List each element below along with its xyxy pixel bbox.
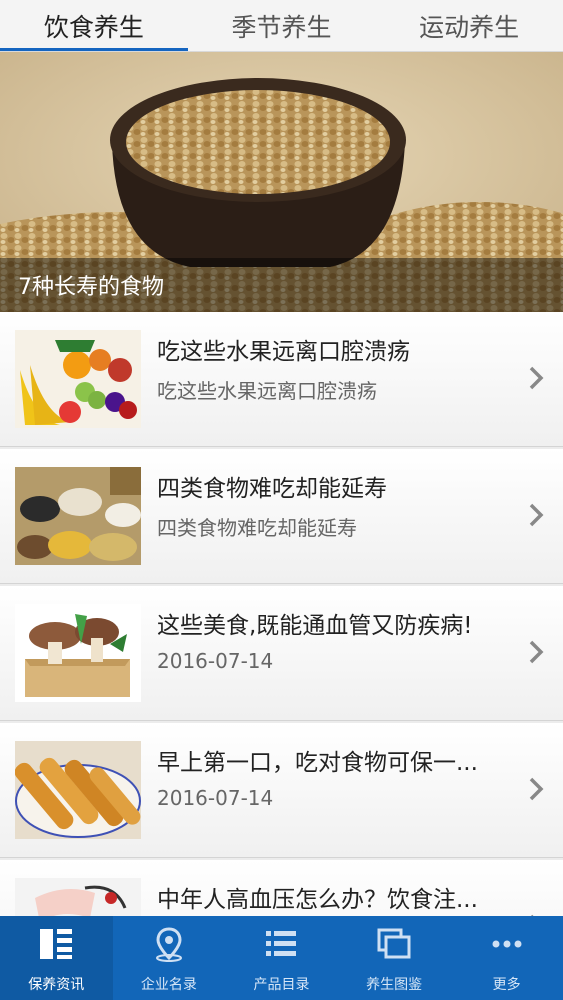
map-pin-icon <box>155 927 182 962</box>
hero-banner[interactable]: 7种长寿的食物 <box>0 52 563 312</box>
item-subtitle: 吃这些水果远离口腔溃疡 <box>157 379 377 403</box>
grains-thumbnail <box>15 467 141 565</box>
hero-caption: 7种长寿的食物 <box>0 258 563 312</box>
nav-label: 产品目录 <box>253 977 310 993</box>
nav-label: 企业名录 <box>140 977 197 993</box>
nav-products[interactable]: 产品目录 <box>225 916 338 1000</box>
nav-more[interactable]: 更多 <box>450 916 563 1000</box>
mushrooms-thumbnail <box>15 604 141 702</box>
item-title: 这些美食,既能通血管又防疾病! <box>157 613 473 639</box>
chevron-right-icon <box>529 777 544 801</box>
tab-season[interactable]: 季节养生 <box>188 0 376 51</box>
item-title: 四类食物难吃却能延寿 <box>157 476 387 502</box>
chevron-right-icon <box>529 640 544 664</box>
bottom-navigation: 保养资讯 企业名录 产品目录 养生图鉴 更多 <box>0 916 563 1000</box>
nav-companies[interactable]: 企业名录 <box>113 916 226 1000</box>
list-grid-icon <box>40 929 73 959</box>
list-icon <box>266 931 297 956</box>
list-item[interactable]: 这些美食,既能通血管又防疾病! 2016-07-14 <box>0 586 563 721</box>
list-item[interactable]: 早上第一口，吃对食物可保一... 2016-07-14 <box>0 723 563 858</box>
item-date: 2016-07-14 <box>157 649 274 673</box>
fruits-thumbnail <box>15 330 141 428</box>
nav-gallery[interactable]: 养生图鉴 <box>338 916 451 1000</box>
gallery-icon <box>377 928 411 959</box>
article-list: 吃这些水果远离口腔溃疡 吃这些水果远离口腔溃疡 四类食物难吃却能延寿 四类食物难… <box>0 312 563 997</box>
nav-label: 更多 <box>492 977 521 993</box>
fried-dough-thumbnail <box>15 741 141 839</box>
top-tab-bar: 饮食养生 季节养生 运动养生 <box>0 0 563 52</box>
chevron-right-icon <box>529 503 544 527</box>
tab-exercise[interactable]: 运动养生 <box>375 0 563 51</box>
more-dots-icon <box>492 940 522 948</box>
list-item[interactable]: 四类食物难吃却能延寿 四类食物难吃却能延寿 <box>0 449 563 584</box>
item-title: 早上第一口，吃对食物可保一... <box>157 750 478 776</box>
list-item[interactable]: 吃这些水果远离口腔溃疡 吃这些水果远离口腔溃疡 <box>0 312 563 447</box>
item-title: 中年人高血压怎么办？饮食注... <box>157 887 478 913</box>
chevron-right-icon <box>529 366 544 390</box>
nav-label: 保养资讯 <box>28 977 85 993</box>
item-title: 吃这些水果远离口腔溃疡 <box>157 339 410 365</box>
item-subtitle: 四类食物难吃却能延寿 <box>157 516 357 540</box>
item-date: 2016-07-14 <box>157 786 274 810</box>
nav-health-news[interactable]: 保养资讯 <box>0 916 113 1000</box>
nav-label: 养生图鉴 <box>366 977 423 993</box>
tab-diet[interactable]: 饮食养生 <box>0 0 188 51</box>
